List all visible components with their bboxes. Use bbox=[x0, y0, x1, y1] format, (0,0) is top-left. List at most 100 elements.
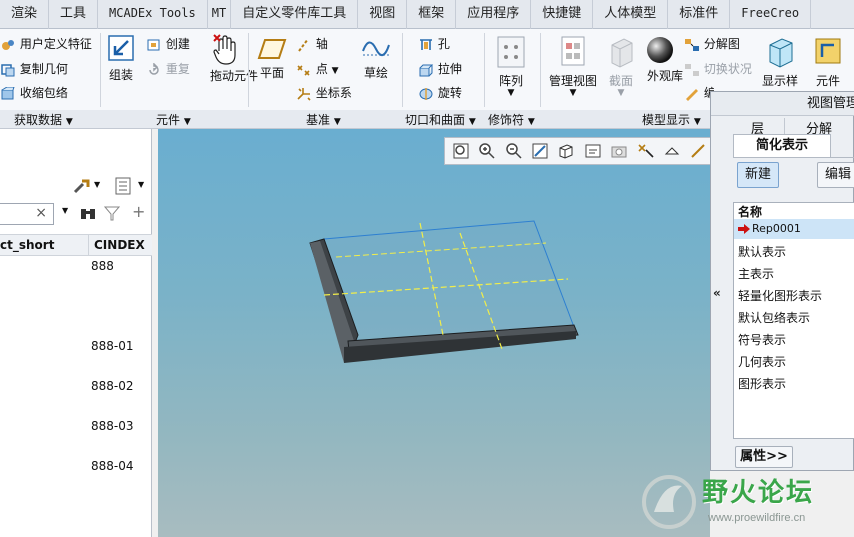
tab-mcadex[interactable]: MCADEx Tools bbox=[98, 0, 208, 29]
zoom-out-button[interactable] bbox=[502, 140, 525, 162]
repaint-button[interactable] bbox=[528, 140, 551, 162]
add-column-icon[interactable]: + bbox=[132, 202, 145, 221]
tab-simplified-rep[interactable]: 简化表示 bbox=[733, 134, 831, 158]
column-divider[interactable] bbox=[88, 235, 89, 255]
datum-display-button[interactable] bbox=[634, 140, 657, 162]
pattern-button[interactable]: 阵列 ▼ bbox=[494, 35, 528, 98]
group-datum[interactable]: 基准 ▼ bbox=[306, 111, 341, 128]
list-item[interactable]: 轻量化图形表示 bbox=[738, 287, 822, 304]
appearance-gallery-button[interactable]: 外观库 bbox=[644, 35, 683, 83]
tree-cell-cindex[interactable]: 888-02 bbox=[91, 379, 134, 393]
point-icon bbox=[297, 64, 310, 76]
tab-freecreo[interactable]: FreeCreo bbox=[730, 0, 812, 29]
tree-search-input[interactable]: × bbox=[0, 203, 54, 225]
toggle-explode-state-button[interactable]: 切换状况 bbox=[684, 60, 752, 77]
view-manager-button[interactable] bbox=[607, 140, 630, 162]
edit-button[interactable]: 编辑 bbox=[817, 162, 854, 188]
plane-button[interactable]: 平面 bbox=[256, 37, 288, 81]
explode-view-button[interactable]: 分解图 bbox=[684, 35, 740, 52]
drag-components-button[interactable]: 拖动元件 bbox=[205, 33, 258, 83]
tab-mt[interactable]: MT bbox=[208, 0, 232, 29]
group-get-data[interactable]: 获取数据 ▼ bbox=[14, 111, 73, 128]
representation-list: 名称 Rep0001 默认表示 主表示 轻量化图形表示 默认包络表示 符号表示 … bbox=[733, 202, 854, 439]
clear-search-icon[interactable]: × bbox=[35, 205, 47, 221]
extrude-button[interactable]: 拉伸 bbox=[418, 60, 462, 77]
list-item[interactable]: 图形表示 bbox=[738, 375, 786, 392]
refit-button[interactable] bbox=[449, 140, 472, 162]
list-item[interactable]: 几何表示 bbox=[738, 353, 786, 370]
tree-cell-cindex[interactable]: 888-04 bbox=[91, 459, 134, 473]
tab-underline bbox=[733, 157, 854, 158]
group-cut-surface[interactable]: 切口和曲面 ▼ bbox=[405, 111, 476, 128]
chevron-down-icon: ▼ bbox=[468, 117, 476, 127]
tree-toolbar: ▼ ▼ bbox=[0, 173, 152, 199]
chevron-down-icon[interactable]: ▼ bbox=[138, 180, 144, 189]
tab-view[interactable]: 视图 bbox=[358, 0, 408, 29]
list-item-selected[interactable]: Rep0001 bbox=[734, 219, 854, 239]
model-3d-plate[interactable] bbox=[158, 129, 710, 537]
list-header-name: 名称 bbox=[738, 205, 763, 219]
collapse-dialog-button[interactable]: « bbox=[713, 286, 721, 300]
create-component-button[interactable]: 创建 bbox=[146, 35, 190, 52]
tab-render[interactable]: 渲染 bbox=[0, 0, 50, 29]
copy-geometry-button[interactable]: 复制几何 bbox=[0, 60, 68, 77]
manage-views-button[interactable]: 管理视图 ▼ bbox=[546, 35, 600, 98]
axis-icon bbox=[298, 37, 309, 52]
tab-manikin[interactable]: 人体模型 bbox=[593, 0, 669, 29]
new-button[interactable]: 新建 bbox=[737, 162, 779, 188]
component-interface-button[interactable]: 元件 bbox=[808, 35, 848, 89]
assemble-button[interactable]: 组装 bbox=[104, 33, 138, 83]
tree-cell-cindex[interactable]: 888-01 bbox=[91, 339, 134, 353]
binoculars-icon[interactable] bbox=[80, 205, 96, 221]
group-modifiers[interactable]: 修饰符 ▼ bbox=[488, 111, 535, 128]
csys-button[interactable]: 坐标系 bbox=[296, 84, 352, 101]
chevron-down-icon[interactable]: ▼ bbox=[62, 206, 68, 215]
tree-cell-cindex[interactable]: 888-03 bbox=[91, 419, 134, 433]
chevron-down-icon[interactable]: ▼ bbox=[94, 180, 100, 189]
chevron-down-icon: ▼ bbox=[569, 88, 577, 98]
zoom-in-button[interactable] bbox=[475, 140, 498, 162]
section-button[interactable]: 截面 ▼ bbox=[606, 35, 636, 98]
column-header-name[interactable]: ct_short bbox=[0, 238, 54, 252]
tab-frame[interactable]: 框架 bbox=[407, 0, 457, 29]
group-component[interactable]: 元件 ▼ bbox=[156, 111, 191, 128]
list-item[interactable]: 默认表示 bbox=[738, 243, 786, 260]
revolve-button[interactable]: 旋转 bbox=[418, 84, 462, 101]
tab-applications[interactable]: 应用程序 bbox=[456, 0, 532, 29]
tree-filter-list-icon[interactable] bbox=[114, 176, 132, 196]
filter-funnel-icon[interactable] bbox=[104, 205, 120, 221]
tree-settings-icon[interactable] bbox=[72, 177, 92, 195]
tab-standard-parts[interactable]: 标准件 bbox=[668, 0, 731, 29]
display-style-view-button[interactable] bbox=[555, 140, 578, 162]
assemble-icon bbox=[108, 35, 134, 61]
group-separator bbox=[402, 33, 403, 107]
group-model-display[interactable]: 模型显示 ▼ bbox=[642, 111, 701, 128]
spin-center-button[interactable] bbox=[687, 140, 710, 162]
user-defined-feature-button[interactable]: 用户定义特征 bbox=[0, 35, 92, 52]
hole-button[interactable]: 孔 bbox=[418, 35, 450, 52]
tab-custom-library[interactable]: 自定义零件库工具 bbox=[231, 0, 359, 29]
tab-tools[interactable]: 工具 bbox=[49, 0, 99, 29]
list-item[interactable]: 主表示 bbox=[738, 265, 774, 282]
list-item[interactable]: 默认包络表示 bbox=[738, 309, 810, 326]
axis-button[interactable]: 轴 bbox=[296, 35, 328, 52]
view-manager-dialog: 视图管理 层 分解 简化表示 新建 编辑 名称 Rep0001 默认表示 主表示… bbox=[710, 91, 854, 471]
saved-views-button[interactable] bbox=[581, 140, 604, 162]
repeat-button[interactable]: 重复 bbox=[146, 60, 190, 77]
graphics-viewport[interactable] bbox=[158, 129, 710, 537]
shrinkwrap-button[interactable]: 收缩包络 bbox=[0, 84, 68, 101]
column-header-cindex[interactable]: CINDEX bbox=[94, 238, 145, 252]
hole-icon bbox=[420, 38, 432, 50]
annotation-display-button[interactable] bbox=[660, 140, 683, 162]
tab-shortcuts[interactable]: 快捷键 bbox=[531, 0, 594, 29]
sketch-button[interactable]: 草绘 bbox=[360, 37, 392, 81]
camera-icon bbox=[611, 146, 627, 158]
plane-icon bbox=[257, 39, 287, 59]
properties-button[interactable]: 属性>> bbox=[735, 446, 793, 468]
chevron-down-icon: ▼ bbox=[331, 66, 339, 76]
point-button[interactable]: 点 ▼ bbox=[296, 60, 339, 77]
display-style-button[interactable]: 显示样 bbox=[760, 35, 800, 89]
coordinate-system-icon bbox=[297, 87, 311, 101]
tree-cell-cindex[interactable]: 888 bbox=[91, 259, 114, 273]
list-item[interactable]: 符号表示 bbox=[738, 331, 786, 348]
